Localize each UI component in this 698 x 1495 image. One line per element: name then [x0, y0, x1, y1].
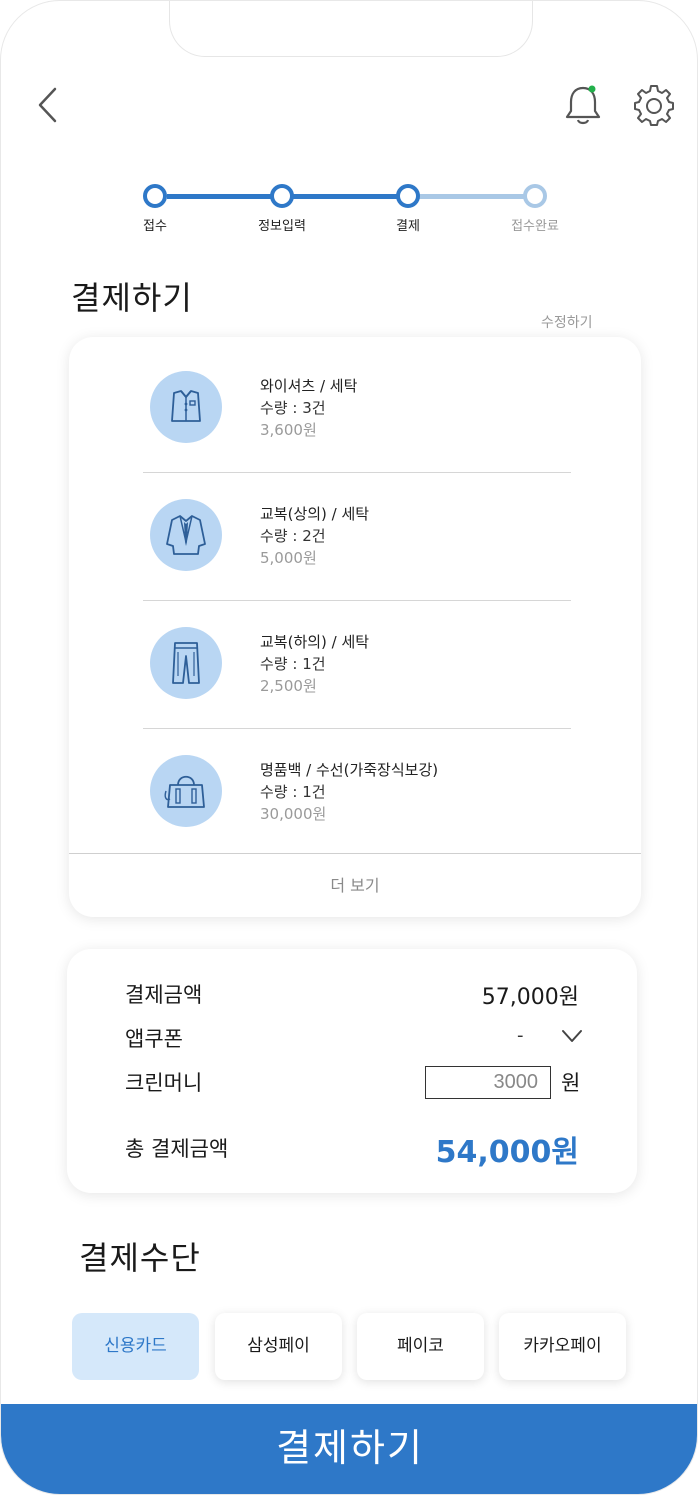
progress-stepper: 접수 정보입력 결제 접수완료	[1, 179, 697, 235]
order-items-card: 와이셔츠 / 세탁 수량 : 3건 3,600원 교복(상의) / 세탁 수량 …	[69, 337, 641, 917]
step-dot-2	[270, 184, 294, 208]
step-label-2: 정보입력	[258, 219, 306, 234]
notification-button[interactable]	[563, 83, 603, 127]
item-details: 명품백 / 수선(가죽장식보강) 수량 : 1건 30,000원	[260, 759, 438, 825]
divider	[69, 853, 641, 854]
payment-method-title: 결제수단	[79, 1239, 201, 1277]
pay-option-credit-card[interactable]: 신용카드	[72, 1313, 199, 1380]
handbag-icon	[150, 755, 222, 827]
item-details: 교복(상의) / 세탁 수량 : 2건 5,000원	[260, 503, 369, 569]
item-price: 2,500원	[260, 677, 317, 695]
item-name: 교복(하의) / 세탁	[260, 633, 370, 651]
coupon-label: 앱쿠폰	[125, 1027, 183, 1051]
step-label-3: 결제	[396, 219, 420, 234]
shirt-icon	[150, 371, 222, 443]
step-connector	[419, 194, 535, 199]
chevron-left-icon	[38, 87, 57, 123]
notification-dot	[588, 85, 596, 93]
list-item: 교복(하의) / 세탁 수량 : 1건 2,500원	[69, 593, 641, 721]
pay-option-payco[interactable]: 페이코	[357, 1313, 484, 1380]
page-title: 결제하기	[71, 279, 193, 317]
payment-summary-card: 결제금액 57,000원 앱쿠폰 - 크린머니 원 총 결제금액 54,000원	[67, 949, 637, 1193]
gear-icon	[634, 85, 674, 126]
step-dot-1	[143, 184, 167, 208]
item-price: 30,000원	[260, 805, 327, 823]
total-amount-value: 54,000원	[435, 1135, 579, 1170]
back-button[interactable]	[31, 83, 67, 127]
list-item: 명품백 / 수선(가죽장식보강) 수량 : 1건 30,000원	[69, 721, 641, 849]
pay-option-samsung-pay[interactable]: 삼성페이	[215, 1313, 342, 1380]
device-notch	[169, 1, 533, 57]
item-details: 교복(하의) / 세탁 수량 : 1건 2,500원	[260, 631, 369, 697]
coupon-select[interactable]: -	[517, 1025, 582, 1051]
item-price: 3,600원	[260, 421, 317, 439]
cleanmoney-unit: 원	[561, 1071, 581, 1095]
step-label-1: 접수	[143, 219, 167, 234]
coupon-value: -	[517, 1025, 524, 1046]
item-quantity: 수량 : 2건	[260, 527, 326, 545]
pay-option-kakao-pay[interactable]: 카카오페이	[499, 1313, 626, 1380]
chevron-down-icon	[562, 1030, 582, 1042]
settings-button[interactable]	[633, 85, 675, 127]
list-item: 와이셔츠 / 세탁 수량 : 3건 3,600원	[69, 337, 641, 465]
payment-amount-label: 결제금액	[125, 983, 203, 1007]
app-screen: 접수 정보입력 결제 접수완료 결제하기 수정하기 와이셔츠 / 세탁 수량 :…	[0, 0, 698, 1495]
step-dot-4	[523, 184, 547, 208]
cleanmoney-label: 크린머니	[125, 1071, 203, 1095]
item-quantity: 수량 : 3건	[260, 399, 326, 417]
step-connector	[167, 194, 283, 199]
uniform-jacket-icon	[150, 499, 222, 571]
item-quantity: 수량 : 1건	[260, 655, 326, 673]
total-amount-label: 총 결제금액	[125, 1137, 229, 1161]
pay-submit-button[interactable]: 결제하기	[1, 1404, 697, 1494]
item-name: 와이셔츠 / 세탁	[260, 377, 358, 395]
edit-link[interactable]: 수정하기	[541, 312, 593, 332]
payment-amount-value: 57,000원	[481, 985, 579, 1010]
item-name: 명품백 / 수선(가죽장식보강)	[260, 761, 439, 779]
item-price: 5,000원	[260, 549, 317, 567]
item-quantity: 수량 : 1건	[260, 783, 326, 801]
show-more-button[interactable]: 더 보기	[69, 855, 641, 917]
step-connector	[293, 194, 407, 199]
step-dot-3	[396, 184, 420, 208]
list-item: 교복(상의) / 세탁 수량 : 2건 5,000원	[69, 465, 641, 593]
item-name: 교복(상의) / 세탁	[260, 505, 370, 523]
bell-icon	[565, 85, 601, 125]
item-details: 와이셔츠 / 세탁 수량 : 3건 3,600원	[260, 375, 357, 441]
step-label-4: 접수완료	[511, 219, 559, 234]
pants-icon	[150, 627, 222, 699]
cleanmoney-input[interactable]	[425, 1066, 551, 1099]
